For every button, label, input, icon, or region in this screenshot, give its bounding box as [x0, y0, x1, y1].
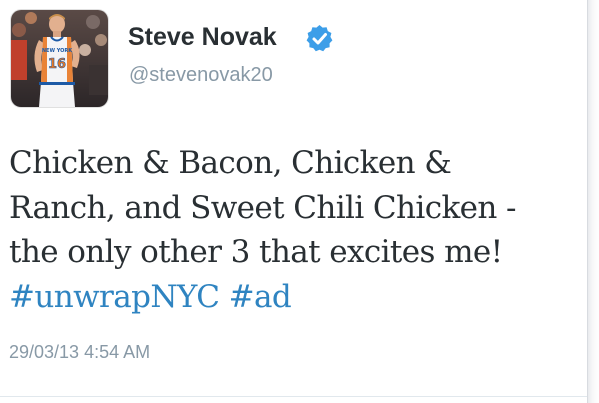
- tweet-line: the only other 3 that excites me!: [9, 234, 503, 270]
- hashtag-link[interactable]: #unwrapNYC: [9, 279, 220, 315]
- tweet-line: Chicken & Bacon, Chicken &: [9, 145, 452, 181]
- author-handle[interactable]: @stevenovak20: [129, 62, 273, 88]
- jersey-text: NEW YORK: [42, 48, 73, 54]
- tweet-line: Ranch, and Sweet Chili Chicken -: [9, 189, 517, 226]
- tweet-text: Chicken & Bacon, Chicken & Ranch, and Sw…: [9, 141, 579, 319]
- tweet-card: NEW YORK 16 Steve Novak @stevenovak20 Ch…: [0, 0, 587, 403]
- verified-badge-icon: [306, 25, 333, 52]
- author-avatar[interactable]: NEW YORK 16: [11, 10, 108, 107]
- divider: [0, 396, 587, 397]
- scrollbar-track: [587, 0, 599, 403]
- author-display-name[interactable]: Steve Novak: [128, 22, 277, 52]
- hashtag-line: #unwrapNYC #ad: [9, 275, 579, 320]
- jersey-number: 16: [48, 57, 66, 72]
- avatar-image: NEW YORK 16: [11, 10, 108, 107]
- tweet-timestamp: 29/03/13 4:54 AM: [9, 342, 151, 362]
- hashtag-link[interactable]: #ad: [229, 279, 292, 315]
